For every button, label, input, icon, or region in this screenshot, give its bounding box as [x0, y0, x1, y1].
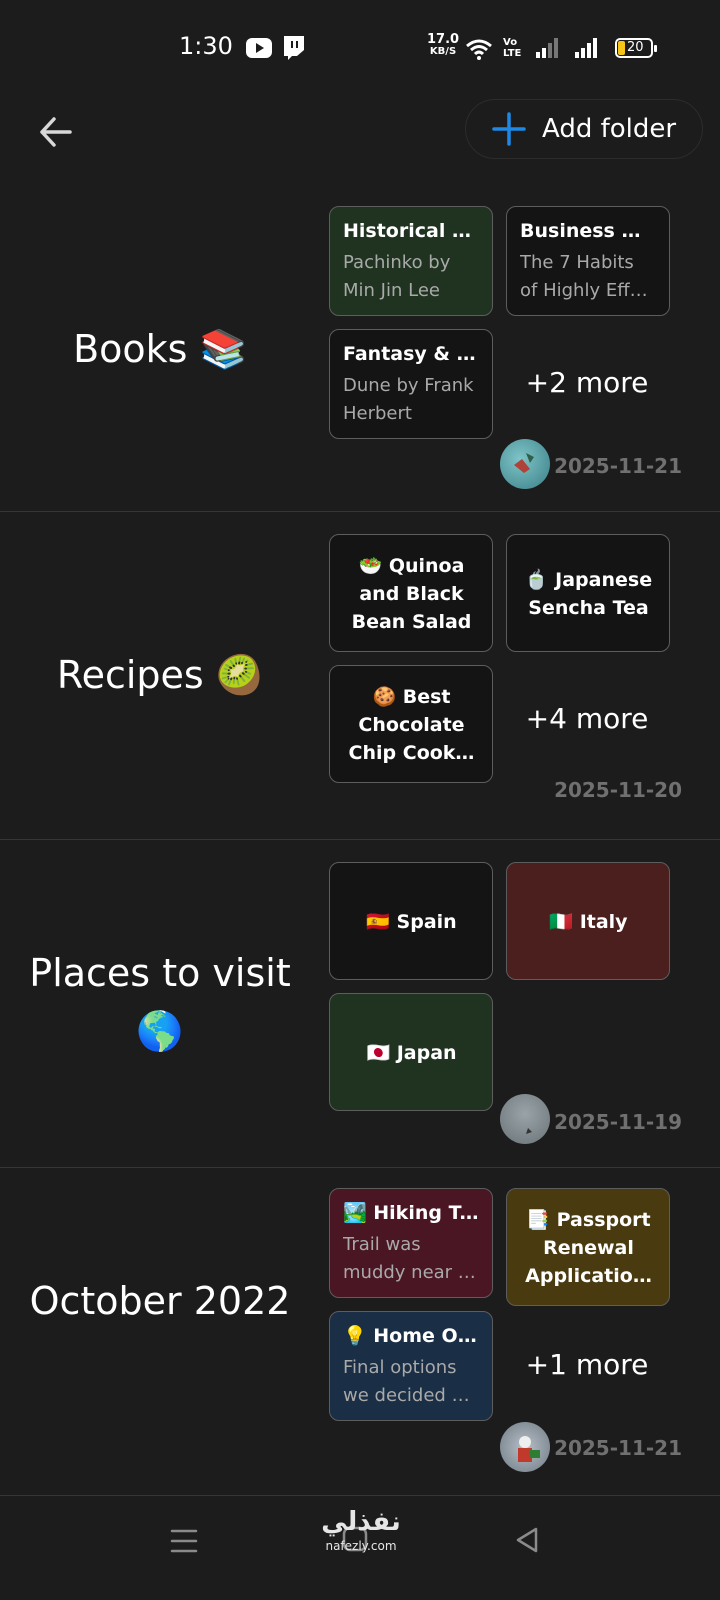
add-folder-button[interactable]: Add folder — [465, 99, 703, 159]
card-body: Trail was muddy near … — [343, 1234, 476, 1283]
card-title: 🇪🇸 Spain — [366, 911, 457, 933]
avatar — [500, 1422, 550, 1472]
card-title: 🇮🇹 Italy — [549, 911, 628, 933]
card-title: Business & … — [520, 220, 657, 242]
card-body: Pachinko by Min Jin Lee — [343, 252, 451, 301]
avatar — [500, 439, 550, 489]
card-title: 🥗 Quinoa and Black Bean Salad — [351, 555, 472, 633]
note-card[interactable]: 📑 Passport Renewal Applicatio… — [506, 1188, 670, 1306]
note-card[interactable]: 💡 Home Of… Final options we decided o… — [329, 1311, 493, 1421]
folder-name: Books 📚 — [73, 327, 247, 371]
folder-name: Places to visit 🌎 — [29, 951, 291, 1053]
card-title: 📑 Passport Renewal Applicatio… — [525, 1209, 652, 1287]
more-count: +2 more — [525, 366, 649, 399]
battery-icon: 20 — [615, 38, 657, 58]
watermark: نفذلي nafezly.com — [321, 1507, 401, 1553]
folder-date: 2025-11-21 — [554, 1436, 682, 1460]
note-card[interactable]: 🏞️ Hiking Tr… Trail was muddy near … — [329, 1188, 493, 1298]
note-card[interactable]: 🇪🇸 Spain — [329, 862, 493, 980]
note-card[interactable]: 🥗 Quinoa and Black Bean Salad — [329, 534, 493, 652]
card-title: 💡 Home Of… — [343, 1325, 480, 1347]
wifi-icon — [466, 39, 492, 60]
folder-date: 2025-11-21 — [554, 454, 682, 478]
youtube-icon — [246, 38, 272, 58]
back-button[interactable] — [34, 108, 82, 156]
folder-row-places[interactable]: Places to visit 🌎 🇪🇸 Spain 🇮🇹 Italy 🇯🇵 J… — [0, 840, 720, 1168]
folder-name: Recipes 🥝 — [56, 653, 264, 697]
add-folder-label: Add folder — [542, 114, 677, 144]
folder-row-recipes[interactable]: Recipes 🥝 🥗 Quinoa and Black Bean Salad … — [0, 512, 720, 840]
note-card[interactable]: 🍵 Japanese Sencha Tea — [506, 534, 670, 652]
signal-icon-1 — [536, 38, 558, 58]
folder-date: 2025-11-19 — [554, 1110, 682, 1134]
network-speed: 17.0 KB/S — [427, 32, 460, 57]
avatar — [500, 1094, 550, 1144]
card-title: 🏞️ Hiking Tr… — [343, 1202, 480, 1224]
card-title: 🇯🇵 Japan — [366, 1042, 457, 1064]
folder-row-books[interactable]: Books 📚 Historical Fi… Pachinko by Min Ji… — [0, 184, 720, 512]
plus-icon — [492, 112, 526, 146]
note-card[interactable]: 🍪 Best Chocolate Chip Cook… — [329, 665, 493, 783]
twitch-icon — [284, 36, 304, 60]
note-card[interactable]: Historical Fi… Pachinko by Min Jin Lee — [329, 206, 493, 316]
card-title: 🍪 Best Chocolate Chip Cook… — [348, 686, 475, 764]
folder-date: 2025-11-20 — [554, 778, 682, 802]
status-time: 1:30 — [179, 32, 233, 60]
card-body: Final options we decided o… — [343, 1357, 480, 1406]
menu-icon[interactable] — [170, 1528, 198, 1554]
signal-icon-2 — [575, 38, 597, 58]
status-bar: 1:30 17.0 KB/S Vo LTE 20 — [0, 0, 720, 96]
note-card[interactable]: Business & … The 7 Habits of Highly Effe… — [506, 206, 670, 316]
folder-row-october-2022[interactable]: October 2022 🏞️ Hiking Tr… Trail was mudd… — [0, 1168, 720, 1496]
note-card[interactable]: 🇯🇵 Japan — [329, 993, 493, 1111]
card-title: 🍵 Japanese Sencha Tea — [524, 569, 653, 619]
note-card[interactable]: 🇮🇹 Italy — [506, 862, 670, 980]
folder-name: October 2022 — [29, 1279, 291, 1323]
volte-icon: Vo LTE — [503, 37, 522, 59]
more-count: +1 more — [525, 1348, 649, 1381]
back-nav-icon[interactable] — [514, 1526, 540, 1554]
card-body: The 7 Habits of Highly Effe… — [520, 252, 657, 301]
card-title: Fantasy & … — [343, 343, 476, 365]
note-card[interactable]: Fantasy & … Dune by Frank Herbert — [329, 329, 493, 439]
more-count: +4 more — [525, 702, 649, 735]
card-title: Historical Fi… — [343, 220, 480, 242]
card-body: Dune by Frank Herbert — [343, 375, 474, 424]
arrow-left-icon — [40, 117, 72, 147]
